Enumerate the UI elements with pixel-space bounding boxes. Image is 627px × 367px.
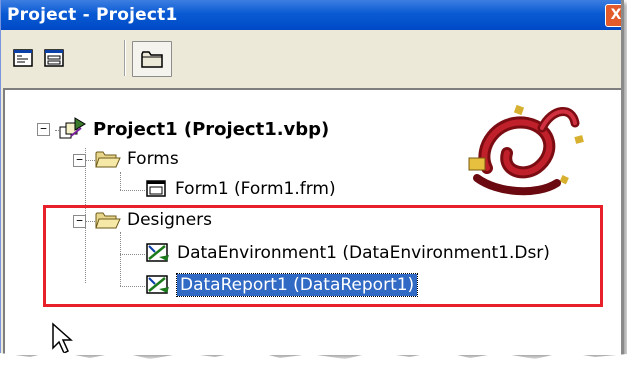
folder-icon (141, 51, 163, 68)
tree-connector (120, 190, 145, 191)
open-folder-icon (95, 149, 121, 169)
view-code-icon (13, 49, 33, 67)
root-expander[interactable]: − (37, 123, 50, 136)
torn-edge-decoration (0, 350, 627, 367)
tree-connector (120, 172, 121, 190)
toolbar (1, 30, 621, 88)
tree-node-forms[interactable]: Forms (95, 149, 179, 169)
tree-label-form1: Form1 (Form1.frm) (175, 179, 336, 199)
logo (457, 98, 597, 202)
toolbar-separator (124, 40, 126, 76)
project-icon (57, 116, 87, 142)
tree-label-forms: Forms (127, 149, 179, 169)
tree-node-form1[interactable]: Form1 (Form1.frm) (145, 179, 336, 199)
highlight-box (43, 205, 603, 307)
forms-expander[interactable]: − (73, 154, 86, 167)
title-bar[interactable]: Project - Project1 X (1, 0, 621, 30)
tree-connector (85, 160, 95, 161)
view-object-icon (44, 49, 64, 67)
tree-label-project1: Project1 (Project1.vbp) (93, 118, 330, 140)
close-button[interactable]: X (605, 4, 622, 27)
form-icon (145, 179, 169, 199)
window-title: Project - Project1 (7, 5, 178, 25)
tree-node-project1[interactable]: Project1 (Project1.vbp) (57, 116, 329, 142)
project-explorer-window: Project - Project1 X − Project1 (Project… (0, 0, 624, 355)
view-object-button[interactable] (41, 46, 67, 70)
toggle-folders-button[interactable] (132, 41, 172, 77)
close-icon: X (610, 7, 622, 23)
view-code-button[interactable] (10, 46, 36, 70)
